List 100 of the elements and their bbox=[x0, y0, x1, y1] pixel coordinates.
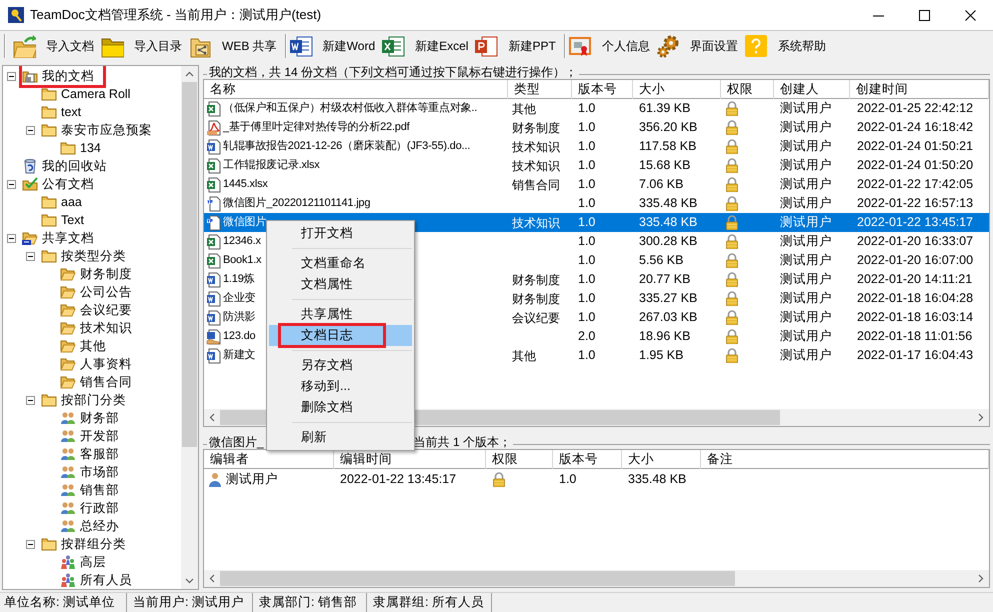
tree-item[interactable]: 按群组分类 bbox=[60, 534, 127, 554]
tree-item[interactable]: 公司公告 bbox=[79, 282, 133, 302]
table-cell-text: 2022-01-25 22:42:12 bbox=[856, 100, 974, 118]
horizontal-scrollbar[interactable] bbox=[204, 570, 989, 587]
tree-item[interactable]: 客服部 bbox=[79, 444, 120, 464]
toolbar-button[interactable]: 个人信息 bbox=[568, 32, 656, 60]
maximize-icon bbox=[918, 10, 930, 20]
people-icon bbox=[60, 554, 76, 570]
table-cell-text: 企业变 bbox=[223, 290, 256, 306]
table-cell-text: 2022-01-18 16:03:14 bbox=[856, 309, 974, 326]
menu-item[interactable]: 文档日志 bbox=[269, 325, 412, 346]
toolbar-button[interactable]: 导入文档 bbox=[12, 32, 100, 60]
column-header[interactable]: 创建时间 bbox=[850, 80, 989, 99]
group-title: 当前共 1 个版本； bbox=[412, 434, 512, 451]
people-icon bbox=[60, 482, 76, 498]
folder-icon bbox=[41, 536, 57, 552]
tree-item[interactable]: 按部门分类 bbox=[60, 390, 127, 410]
collapse-icon[interactable] bbox=[26, 126, 35, 134]
table-cell-text: 1.0 bbox=[558, 471, 578, 488]
table-cell-text: 2022-01-22 13:45:17 bbox=[339, 471, 458, 488]
spreadsheet-file-icon bbox=[206, 158, 222, 174]
tree-item[interactable]: 所有人员 bbox=[79, 570, 133, 589]
status-text: 单位名称: 测试单位 bbox=[0, 593, 127, 612]
tree-item[interactable]: 公有文档 bbox=[41, 174, 95, 194]
table-cell-text: 335.48 KB bbox=[638, 214, 698, 232]
toolbar-button[interactable]: 系统帮助 bbox=[744, 32, 832, 60]
lock-icon bbox=[725, 234, 739, 249]
table-cell-text: 工作辊报废记录.xlsx bbox=[223, 158, 320, 174]
tree-item[interactable]: Text bbox=[60, 210, 85, 230]
people-icon bbox=[60, 572, 76, 588]
table-cell: 技术知识 bbox=[512, 140, 560, 154]
tree-item[interactable]: 财务制度 bbox=[79, 264, 133, 284]
tree-item[interactable]: 134 bbox=[79, 138, 102, 158]
menu-item[interactable]: 刷新 bbox=[269, 427, 412, 448]
collapse-icon[interactable] bbox=[26, 252, 35, 260]
menu-item[interactable]: 删除文档 bbox=[269, 397, 412, 418]
tree-item[interactable]: 其他 bbox=[79, 336, 107, 356]
menu-label: 共享属性 bbox=[301, 306, 353, 324]
tree-item[interactable]: 市场部 bbox=[79, 462, 120, 482]
vertical-scrollbar[interactable] bbox=[181, 66, 198, 589]
tree-item[interactable]: 技术知识 bbox=[79, 318, 133, 338]
menu-item[interactable]: 文档属性 bbox=[269, 274, 412, 295]
tree-item[interactable]: 泰安市应急预案 bbox=[60, 120, 153, 140]
column-header[interactable]: 权限 bbox=[486, 450, 553, 469]
tree-item[interactable]: 按类型分类 bbox=[60, 246, 127, 266]
column-header[interactable]: 大小 bbox=[633, 80, 721, 99]
toolbar-button[interactable]: WEB 共享 bbox=[188, 32, 283, 60]
menu-item[interactable]: 文档重命名 bbox=[269, 253, 412, 274]
tree-item[interactable]: 共享文档 bbox=[41, 228, 95, 248]
tree-item[interactable]: 总经办 bbox=[79, 516, 120, 536]
table-cell-text: 1.0 bbox=[577, 176, 596, 194]
menu-item[interactable]: 另存文档 bbox=[269, 355, 412, 376]
people-icon bbox=[60, 428, 76, 444]
table-cell: 财务制度 bbox=[512, 292, 560, 306]
tree-item[interactable]: 行政部 bbox=[79, 498, 120, 518]
toolbar-button[interactable]: 导入目录 bbox=[100, 32, 188, 60]
table-cell: 其他 bbox=[512, 348, 536, 362]
lock-icon bbox=[492, 472, 506, 487]
tree-item[interactable]: 会议纪要 bbox=[79, 300, 133, 320]
tree-item[interactable]: 人事资料 bbox=[79, 354, 133, 374]
column-header[interactable]: 版本号 bbox=[553, 450, 622, 469]
tree-item[interactable]: Camera Roll bbox=[60, 84, 132, 104]
menu-item[interactable]: 共享属性 bbox=[269, 304, 412, 325]
collapse-icon[interactable] bbox=[7, 234, 16, 242]
tree-item[interactable]: 我的文档 bbox=[41, 66, 95, 86]
lock-icon bbox=[725, 310, 739, 325]
column-header[interactable]: 名称 bbox=[204, 80, 508, 99]
tree-item[interactable]: 我的回收站 bbox=[41, 156, 108, 176]
table-cell-text: 7.06 KB bbox=[638, 176, 684, 194]
column-header[interactable]: 权限 bbox=[721, 80, 774, 99]
table-cell-text: 335.48 KB bbox=[638, 195, 698, 212]
menu-item[interactable]: 移动到... bbox=[269, 376, 412, 397]
group-title: 我的文档，共 14 份文档（下列文档可通过按下鼠标右键进行操作）； bbox=[208, 64, 578, 81]
column-header[interactable]: 类型 bbox=[508, 80, 572, 99]
toolbar-button[interactable]: 新建Excel bbox=[381, 32, 474, 60]
column-header[interactable]: 备注 bbox=[701, 450, 989, 469]
collapse-icon[interactable] bbox=[26, 540, 35, 548]
toolbar-button[interactable]: 新建Word bbox=[288, 32, 382, 60]
toolbar-button[interactable]: 界面设置 bbox=[656, 32, 744, 60]
spreadsheet-file-icon bbox=[206, 252, 222, 268]
people-icon bbox=[60, 464, 76, 480]
toolbar-button[interactable]: 新建PPT bbox=[474, 32, 562, 60]
collapse-icon[interactable] bbox=[7, 180, 16, 188]
tree-item[interactable]: 高层 bbox=[79, 552, 107, 572]
help-icon bbox=[744, 34, 768, 58]
tree-item[interactable]: 财务部 bbox=[79, 408, 120, 428]
tree-item[interactable]: text bbox=[60, 102, 82, 122]
tree-item[interactable]: 开发部 bbox=[79, 426, 120, 446]
column-header[interactable]: 创建人 bbox=[774, 80, 850, 99]
tree-item[interactable]: aaa bbox=[60, 192, 83, 212]
collapse-icon[interactable] bbox=[26, 396, 35, 404]
column-header[interactable]: 版本号 bbox=[572, 80, 633, 99]
tree-item[interactable]: 销售部 bbox=[79, 480, 120, 500]
folder-icon bbox=[41, 212, 57, 228]
folder-icon bbox=[41, 122, 57, 138]
table-cell-text: 1.0 bbox=[577, 157, 596, 174]
column-header[interactable]: 大小 bbox=[622, 450, 701, 469]
table-cell-text: 测试用户 bbox=[779, 290, 833, 308]
collapse-icon[interactable] bbox=[7, 72, 16, 80]
tree-item[interactable]: 销售合同 bbox=[79, 372, 133, 392]
